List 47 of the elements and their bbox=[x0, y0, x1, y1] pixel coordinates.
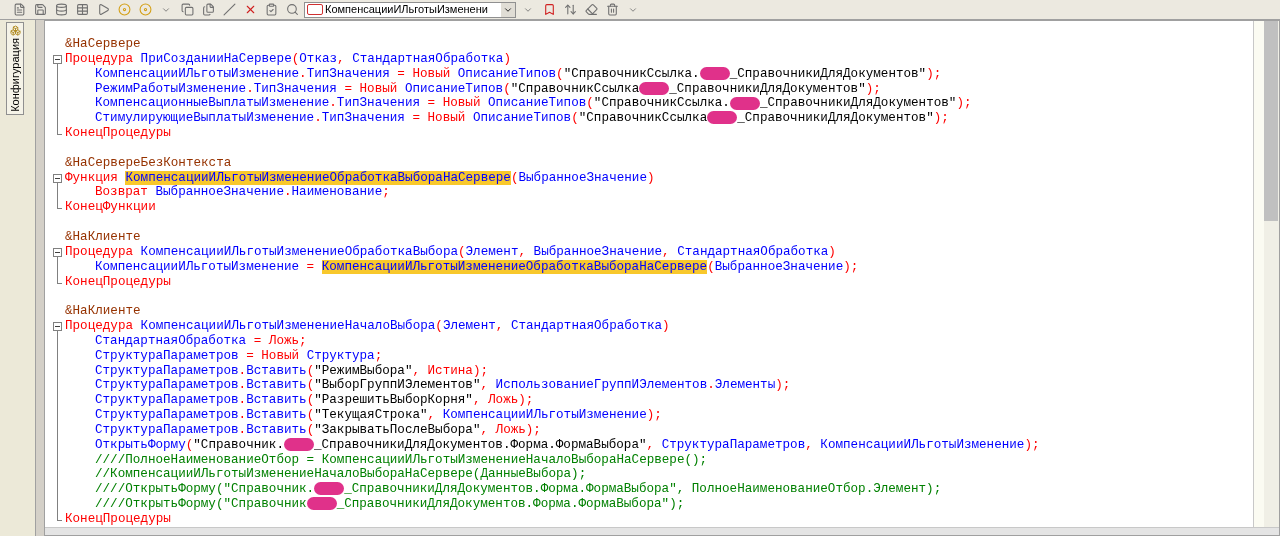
code-line: ОткрытьФорму("Справочник. _СправочникиДляДокументов.Форма.ФормаВыбора", СтруктураПараметров, КомпенсацииИЛьготыИзменение); bbox=[95, 437, 1040, 453]
code-line: Процедура КомпенсацииИЛьготыИзменениеНачалоВыбора(Элемент, СтандартнаяОбработка) bbox=[65, 319, 670, 334]
code-line: &НаСервере bbox=[65, 37, 141, 52]
code-line: //КомпенсацииИЛьготыИзменениеНачалоВыбораНаСервере(ДанныеВыбора); bbox=[95, 467, 587, 482]
sidebar-tab[interactable]: Конфигурация bbox=[6, 22, 24, 115]
code-line: КонецПроцедуры bbox=[65, 126, 171, 141]
code-line: ////ОткрытьФорму("Справочник. _СправочникиДляДокументов.Форма.ФормаВыбора", ПолноеНаименованиеОтбор.Элемент); bbox=[95, 482, 942, 497]
collapse-icon[interactable] bbox=[53, 54, 62, 64]
code-line: КомпенсацииИЛьготыИзменение.ТипЗначения = Новый ОписаниеТипов("СправочникСсылка. _СправочникиДляДокументов"); bbox=[95, 66, 942, 82]
code-line: СтандартнаяОбработка = Ложь; bbox=[95, 333, 307, 349]
scrollbar-thumb[interactable] bbox=[1264, 21, 1278, 221]
code-line: ////ПолноеНаименованиеОтбор = КомпенсацииИЛьготыИзменениеНачалоВыбораНаСервере(); bbox=[95, 452, 708, 467]
method-dropdown[interactable]: КомпенсацииИЛьготыИзменени bbox=[304, 1, 516, 18]
code-line: СтруктураПараметров.Вставить("ВыборГруппИЭлементов", ИспользованиеГруппИЭлементов.Элементы); bbox=[95, 378, 791, 393]
code-line: ////ОткрытьФорму("Справочник _СправочникиДляДокументов.Форма.ФормаВыбора"); bbox=[95, 497, 685, 512]
horizontal-scrollbar[interactable] bbox=[45, 527, 1279, 535]
code-line: КонецПроцедуры bbox=[65, 512, 171, 527]
code-line: СтруктураПараметров.Вставить("ЗакрыватьПослеВыбора", Ложь); bbox=[95, 422, 541, 438]
code-line: СтруктураПараметров.Вставить("РежимВыбора", Истина); bbox=[95, 363, 489, 378]
method-selector-value: КомпенсацииИЛьготыИзменени bbox=[325, 2, 489, 18]
vertical-scrollbar[interactable] bbox=[1253, 21, 1279, 527]
collapse-icon[interactable] bbox=[53, 173, 62, 183]
code-line: Процедура ПриСозданииНаСервере(Отказ, СтандартнаяОбработка) bbox=[65, 51, 511, 67]
code-line: &НаКлиенте bbox=[65, 229, 141, 245]
code-line: &НаСервереБезКонтекста bbox=[65, 155, 232, 171]
caret-icon[interactable] bbox=[501, 2, 515, 17]
code-line: &НаКлиенте bbox=[65, 304, 141, 320]
code-line: КонецПроцедуры bbox=[65, 274, 171, 290]
collapse-icon[interactable] bbox=[53, 247, 62, 257]
code-editor[interactable] bbox=[44, 20, 1280, 536]
code-line: СтруктураПараметров.Вставить("ТекущаяСтрока", КомпенсацииИЛьготыИзменение); bbox=[95, 408, 662, 423]
code-line: СтруктураПараметров.Вставить("РазрешитьВыборКорня", Ложь); bbox=[95, 393, 534, 409]
code-line: Функция КомпенсацииИЛьготыИзменениеОбработкаВыбораНаСервере(ВыбранноеЗначение) bbox=[65, 170, 655, 185]
disc-icon[interactable] bbox=[115, 1, 133, 18]
code-line: СтимулирующиеВыплатыИзменение.ТипЗначения = Новый ОписаниеТипов("СправочникСсылка _СправочникиДляДокументов"); bbox=[95, 111, 949, 127]
code-line: Возврат ВыбранноеЗначение.Наименование; bbox=[95, 185, 390, 201]
code-line: РежимРаботыИзменение.ТипЗначения = Новый ОписаниеТипов("СправочникСсылка _СправочникиДляДокументов"); bbox=[95, 81, 881, 96]
code-line: КонецФункции bbox=[65, 200, 156, 216]
code-line: СтруктураПараметров = Новый Структура; bbox=[95, 348, 383, 364]
procedure-icon bbox=[307, 4, 323, 15]
configuration-icon bbox=[9, 25, 21, 36]
collapse-icon[interactable] bbox=[53, 322, 62, 332]
code-line: Процедура КомпенсацииИЛьготыИзменениеОбработкаВыбора(Элемент, ВыбранноеЗначение, СтандартнаяОбработка) bbox=[65, 244, 836, 260]
code-line: КомпенсационныеВыплатыИзменение.ТипЗначения = Новый ОписаниеТипов("СправочникСсылка. _СправочникиДляДокументов"); bbox=[95, 96, 972, 111]
code-line: КомпенсацииИЛьготыИзменение = КомпенсацииИЛьготыИзменениеОбработкаВыбораНаСервере(ВыбранноеЗначение); bbox=[95, 259, 859, 275]
disc-icon[interactable] bbox=[136, 1, 154, 18]
copy-icon[interactable] bbox=[178, 1, 196, 18]
